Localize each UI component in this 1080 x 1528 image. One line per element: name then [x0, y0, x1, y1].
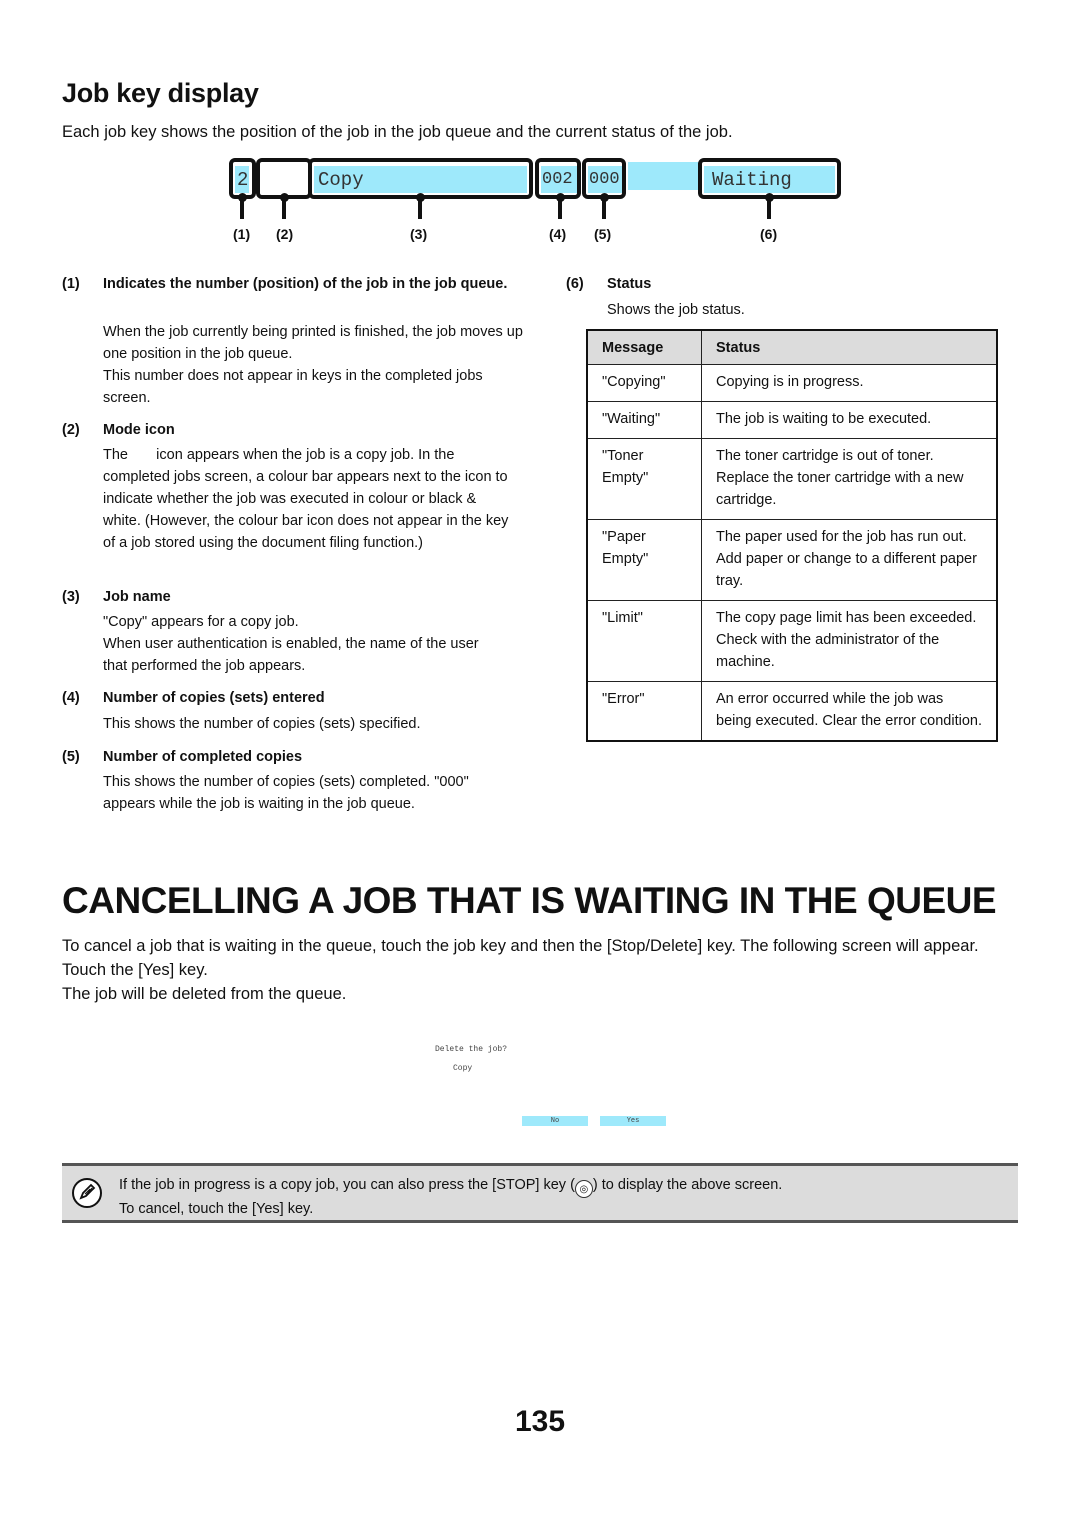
leader-line	[767, 197, 771, 219]
note-line1-before: If the job in progress is a copy job, yo…	[119, 1177, 575, 1193]
callout-3: (3)	[410, 226, 428, 242]
status-value: Waiting	[704, 166, 835, 193]
cell-message: "Toner Empty"	[586, 438, 702, 520]
leader-line	[558, 197, 562, 219]
item-number: (6)	[566, 276, 584, 292]
cell-status: Copying is in progress.	[701, 364, 998, 402]
table-row: "Toner Empty" The toner cartridge is out…	[586, 438, 998, 520]
note-line2: To cancel, touch the [Yes] key.	[119, 1201, 314, 1217]
table-row: "Copying" Copying is in progress.	[586, 364, 998, 402]
section-title-job-key-display: Job key display	[62, 78, 259, 108]
section-title-cancelling: CANCELLING A JOB THAT IS WAITING IN THE …	[62, 880, 997, 921]
item-title: Job name	[103, 589, 171, 605]
yes-button[interactable]: Yes	[600, 1116, 666, 1126]
pencil-note-icon	[72, 1178, 102, 1208]
item-body: "Copy" appears for a copy job.	[103, 614, 299, 630]
header-message: Message	[586, 329, 702, 365]
item-number: (2)	[62, 422, 80, 438]
callout-4: (4)	[549, 226, 567, 242]
cancel-instructions: To cancel a job that is waiting in the q…	[62, 937, 979, 979]
status-table: Message Status "Copying" Copying is in p…	[586, 329, 998, 742]
cell-message: "Error"	[586, 681, 702, 742]
callout-6: (6)	[760, 226, 778, 242]
table-row: "Paper Empty" The paper used for the job…	[586, 519, 998, 601]
cell-status: An error occurred while the job was bein…	[701, 681, 998, 742]
table-header-row: Message Status	[586, 329, 998, 365]
item-title: Number of copies (sets) entered	[103, 690, 325, 706]
item-body: When user authentication is enabled, the…	[103, 636, 479, 674]
stop-key-icon: ◎	[574, 1180, 593, 1198]
copies-entered-value: 002	[541, 166, 577, 193]
item-body: This shows the number of copies (sets) s…	[103, 716, 421, 732]
copies-completed-value: 000	[588, 166, 622, 193]
progress-bar	[628, 162, 700, 190]
cell-status: The copy page limit has been exceeded. C…	[701, 600, 998, 682]
cell-message: "Paper Empty"	[586, 519, 702, 601]
item-number: (4)	[62, 690, 80, 706]
table-row: "Waiting" The job is waiting to be execu…	[586, 401, 998, 439]
item-title: Indicates the number (position) of the j…	[103, 276, 508, 292]
note-text: If the job in progress is a copy job, yo…	[119, 1174, 782, 1220]
cell-status: The job is waiting to be executed.	[701, 401, 998, 439]
cell-status: The paper used for the job has run out. …	[701, 519, 998, 601]
no-button[interactable]: No	[522, 1116, 588, 1126]
callout-1: (1)	[233, 226, 251, 242]
note-box: If the job in progress is a copy job, yo…	[62, 1163, 1018, 1223]
cell-message: "Copying"	[586, 364, 702, 402]
item-number: (5)	[62, 749, 80, 765]
cell-message: "Waiting"	[586, 401, 702, 439]
item-number: (3)	[62, 589, 80, 605]
table-row: "Limit" The copy page limit has been exc…	[586, 600, 998, 682]
callout-5: (5)	[594, 226, 612, 242]
dialog-prompt: Delete the job?	[435, 1045, 508, 1054]
item-body: Shows the job status.	[607, 302, 745, 318]
item-body: This shows the number of copies (sets) c…	[103, 774, 469, 812]
item-body: This number does not appear in keys in t…	[103, 368, 483, 406]
leader-line	[602, 197, 606, 219]
cell-message: "Limit"	[586, 600, 702, 682]
cancel-result: The job will be deleted from the queue.	[62, 985, 347, 1003]
leader-line	[418, 197, 422, 219]
leader-line	[240, 197, 244, 219]
note-line1-after: ) to display the above screen.	[592, 1177, 783, 1193]
page-number: 135	[514, 1405, 566, 1438]
item-body: The icon appears when the job is a copy …	[103, 447, 513, 551]
item-body: When the job currently being printed is …	[103, 324, 523, 362]
job-key-intro: Each job key shows the position of the j…	[62, 123, 733, 141]
item-title: Mode icon	[103, 422, 175, 438]
position-value: 2	[235, 166, 249, 193]
job-name-value: Copy	[314, 166, 527, 193]
table-row: "Error" An error occurred while the job …	[586, 681, 998, 742]
dialog-job-name: Copy	[453, 1064, 473, 1073]
item-title: Status	[607, 276, 652, 292]
callout-2: (2)	[276, 226, 294, 242]
item-title: Number of completed copies	[103, 749, 303, 765]
leader-line	[282, 197, 286, 219]
item-number: (1)	[62, 276, 80, 292]
header-status: Status	[701, 329, 998, 365]
cell-status: The toner cartridge is out of toner. Rep…	[701, 438, 998, 520]
